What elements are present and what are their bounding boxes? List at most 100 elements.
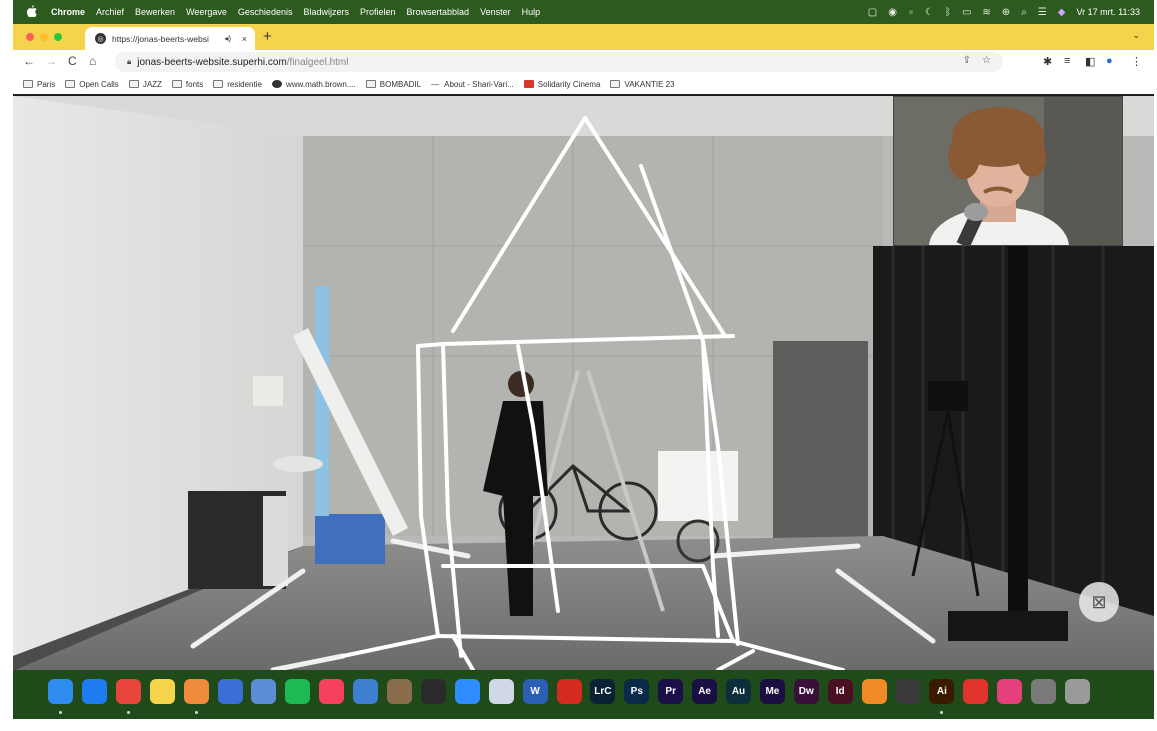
dock-audition-icon[interactable]: Au <box>726 679 751 704</box>
home-icon[interactable]: ⌂ <box>89 54 96 68</box>
chevron-down-icon[interactable]: ⌄ <box>1132 30 1140 41</box>
dock-blender-icon[interactable] <box>861 679 887 704</box>
menu-bladwijzers[interactable]: Bladwijzers <box>303 7 349 17</box>
bookmark-solidarity-cinema[interactable]: Solidarity Cinema <box>523 80 600 89</box>
menu-archief[interactable]: Archief <box>96 7 124 17</box>
dock-acrobat-icon[interactable] <box>556 679 582 704</box>
dock-zoom-icon[interactable] <box>454 679 480 704</box>
bookmark-residentie[interactable]: residentie <box>213 80 262 89</box>
stop-recording-button[interactable]: ⊠ <box>1079 582 1119 622</box>
dock-music-icon[interactable] <box>319 679 345 704</box>
dock-spotify-icon[interactable] <box>285 679 311 704</box>
bookmark-shari-vari[interactable]: — About - Shari-Vari... <box>431 80 514 89</box>
dock-photoshop-icon[interactable]: Ps <box>624 679 650 704</box>
speaker-icon[interactable]: ◂) <box>224 34 231 43</box>
star-icon[interactable]: ☆ <box>982 55 991 66</box>
globe-icon <box>271 80 282 88</box>
moon-icon[interactable]: ● <box>908 7 914 18</box>
bookmark-label: fonts <box>185 79 204 89</box>
profile-avatar[interactable]: ● <box>1106 55 1113 67</box>
address-bar[interactable]: 🔒︎ jonas-beerts-website.superhi.com/fina… <box>115 52 1003 72</box>
menu-profielen[interactable]: Profielen <box>360 7 396 17</box>
close-window-button[interactable] <box>26 33 34 41</box>
dock-safari-icon[interactable] <box>81 679 107 704</box>
bookmark-label: VAKANTIE 23 <box>624 79 675 89</box>
maximize-window-button[interactable] <box>54 33 62 41</box>
extensions-icon[interactable]: ✱ <box>1043 55 1052 68</box>
dock-instruments-icon[interactable] <box>387 679 412 704</box>
menu-browsertabblad[interactable]: Browsertabblad <box>407 7 470 17</box>
back-button[interactable]: ← <box>23 54 35 68</box>
tab-title: https://jonas-beerts-websi <box>112 33 209 44</box>
bookmark-vakantie-23[interactable]: VAKANTIE 23 <box>610 79 675 89</box>
menu-venster[interactable]: Venster <box>480 7 511 17</box>
video-frame[interactable]: ⊠ <box>13 96 1154 670</box>
kebab-menu-icon[interactable]: ⋮ <box>1131 55 1142 68</box>
bookmark-bombadil[interactable]: BOMBADIL <box>365 80 421 89</box>
dock-indesign-icon[interactable]: Id <box>827 679 853 704</box>
dock-chrome-icon[interactable] <box>115 679 141 704</box>
dock-aperture-icon[interactable] <box>895 679 921 704</box>
moon-icon[interactable]: ☾ <box>925 7 934 18</box>
address-host: jonas-beerts-website.superhi.com <box>137 56 287 68</box>
bluetooth-icon[interactable]: ᛒ <box>945 7 951 18</box>
dock-media-encoder-icon[interactable]: Me <box>759 679 785 704</box>
dock-trash-icon[interactable] <box>1065 679 1090 704</box>
menu-hulp[interactable]: Hulp <box>522 7 541 17</box>
dock-logic-icon[interactable] <box>420 679 446 704</box>
dock-finder-icon[interactable] <box>48 679 73 704</box>
dock-photos-icon[interactable] <box>183 679 209 704</box>
menu-app-chrome[interactable]: Chrome <box>51 7 85 17</box>
search-icon[interactable]: ⌕ <box>1021 7 1027 18</box>
new-tab-button[interactable]: + <box>263 28 272 45</box>
tab-strip: ◎ https://jonas-beerts-websi ◂) × + ⌄ <box>13 24 1154 50</box>
tab-close-button[interactable]: × <box>242 34 247 44</box>
menu-weergave[interactable]: Weergave <box>186 7 227 17</box>
dock-quicktime-icon[interactable] <box>217 679 243 704</box>
dock-creative-cloud-icon[interactable] <box>997 679 1023 704</box>
dock-premiere-icon[interactable]: Pr <box>658 679 684 704</box>
lock-icon[interactable]: 🔒︎ <box>127 57 131 67</box>
dock-illustrator-icon[interactable]: Ai <box>929 679 955 704</box>
circle-icon[interactable]: ◉ <box>888 7 897 18</box>
dock-calculator-icon[interactable] <box>1031 679 1057 704</box>
dock-word-icon[interactable]: W <box>522 679 548 704</box>
dock-after-effects-icon[interactable]: Ae <box>692 679 718 704</box>
siri-icon[interactable]: ◆ <box>1058 7 1066 18</box>
dock-lightroom-classic-icon[interactable]: LrC <box>590 679 616 704</box>
control-center-icon[interactable]: ☰ <box>1038 7 1047 18</box>
forward-button[interactable]: → <box>45 54 57 68</box>
bookmark-fonts[interactable]: fonts <box>171 79 204 89</box>
bookmark-label: residentie <box>227 79 262 89</box>
dock-cyberduck-icon[interactable] <box>353 679 379 704</box>
bookmark-open-calls[interactable]: Open Calls <box>65 80 119 89</box>
red-s-icon <box>523 80 534 88</box>
menu-geschiedenis[interactable]: Geschiedenis <box>238 7 293 17</box>
menu-bewerken[interactable]: Bewerken <box>135 7 175 17</box>
stop-recording-icon: ⊠ <box>1091 591 1107 612</box>
user-icon[interactable]: ⊕ <box>1002 7 1010 18</box>
bookmark-paris[interactable]: Paris <box>23 80 55 89</box>
wifi-icon[interactable]: ≋ <box>982 7 990 18</box>
dock-notes-icon[interactable] <box>149 679 175 704</box>
window-icon[interactable]: ▢ <box>868 7 877 18</box>
folder-icon <box>365 80 376 88</box>
share-icon[interactable]: ⇪ <box>963 55 971 66</box>
tab-active[interactable]: ◎ https://jonas-beerts-websi ◂) × <box>85 27 255 50</box>
side-panel-icon[interactable]: ◧ <box>1085 55 1095 68</box>
folder-icon <box>65 80 76 88</box>
battery-icon[interactable]: ▭ <box>962 7 971 18</box>
menubar-clock[interactable]: Vr 17 mrt. 11:33 <box>1076 7 1140 17</box>
dock-preview-icon[interactable] <box>251 679 277 704</box>
reload-button[interactable]: C <box>68 54 77 68</box>
reading-list-icon[interactable]: ≡ <box>1064 55 1070 67</box>
bookmark-label: JAZZ <box>142 79 162 89</box>
bookmark-jazz[interactable]: JAZZ <box>128 79 162 89</box>
apple-icon[interactable] <box>26 4 39 20</box>
dash-icon: — <box>431 79 440 89</box>
bookmark-math-brown[interactable]: www.math.brown.... <box>271 80 356 89</box>
minimize-window-button[interactable] <box>40 33 48 41</box>
dock-dreamweaver-icon[interactable]: Dw <box>793 679 819 704</box>
dock-app-icon[interactable] <box>488 679 514 704</box>
dock-acrobat-reader-icon[interactable] <box>963 679 989 704</box>
